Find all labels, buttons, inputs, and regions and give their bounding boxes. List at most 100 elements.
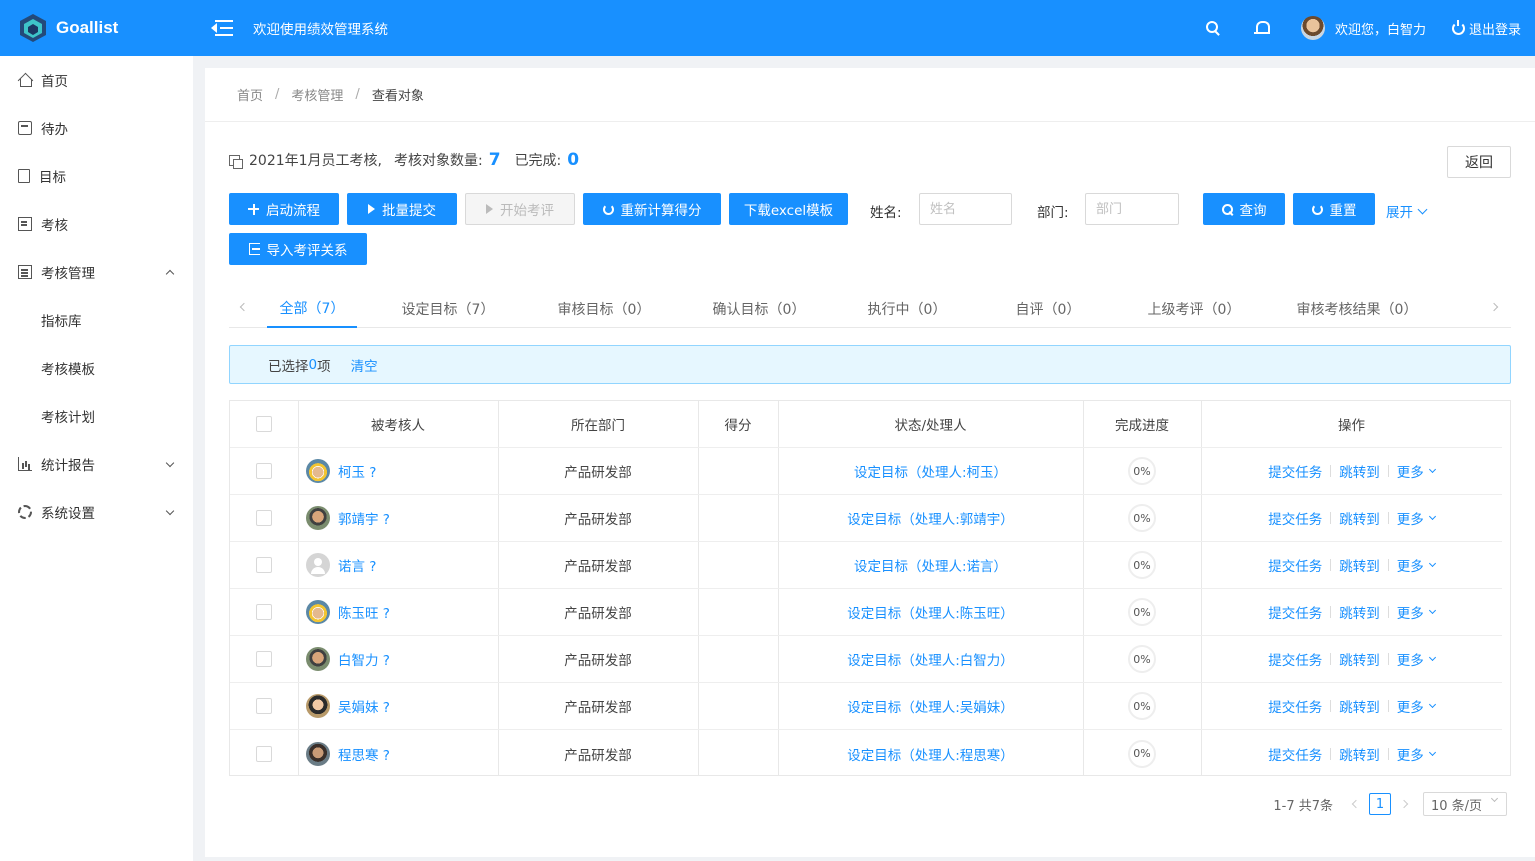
person-name-link[interactable]: 程思寒 ?: [338, 744, 390, 764]
import-relations-button[interactable]: 导入考评关系: [229, 233, 367, 265]
dept-input[interactable]: [1085, 193, 1179, 225]
submit-task-link[interactable]: 提交任务: [1268, 602, 1322, 622]
row-checkbox[interactable]: [256, 651, 272, 667]
sidebar-item-todo[interactable]: 待办: [0, 104, 193, 152]
jump-to-link[interactable]: 跳转到: [1339, 649, 1380, 669]
breadcrumb-home[interactable]: 首页: [237, 85, 263, 104]
more-menu[interactable]: 更多: [1397, 555, 1436, 575]
breadcrumb-manage[interactable]: 考核管理: [291, 85, 343, 104]
start-flow-button[interactable]: 启动流程: [229, 193, 339, 225]
jump-to-link[interactable]: 跳转到: [1339, 696, 1380, 716]
row-checkbox[interactable]: [256, 698, 272, 714]
prev-page-icon[interactable]: [1351, 799, 1361, 809]
start-review-button[interactable]: 开始考评: [465, 193, 575, 225]
jump-to-link[interactable]: 跳转到: [1339, 602, 1380, 622]
sidebar-item-indicator-library[interactable]: 指标库: [0, 296, 193, 344]
submit-task-link[interactable]: 提交任务: [1268, 696, 1322, 716]
sidebar-item-label: 系统设置: [41, 506, 95, 522]
person-name-link[interactable]: 郭靖宇 ?: [338, 508, 390, 528]
more-menu[interactable]: 更多: [1396, 744, 1436, 764]
tab-set-goal[interactable]: 设定目标（7）: [393, 290, 503, 328]
search-button[interactable]: 查询: [1203, 193, 1285, 225]
status-link[interactable]: 设定目标（处理人:诺言）: [854, 555, 1007, 575]
back-button[interactable]: 返回: [1447, 146, 1511, 178]
more-menu[interactable]: 更多: [1397, 461, 1436, 481]
jump-to-link[interactable]: 跳转到: [1339, 508, 1380, 528]
progress-circle: 0%: [1128, 457, 1156, 485]
tabs-next-icon[interactable]: [1489, 302, 1499, 312]
recalculate-score-button[interactable]: 重新计算得分: [583, 193, 721, 225]
chevron-down-icon: [165, 458, 175, 468]
person-name-link[interactable]: 吴娟妹 ?: [338, 696, 390, 716]
sidebar-item-goals[interactable]: 目标: [0, 152, 193, 200]
sidebar-item-assessment-manage[interactable]: 考核管理: [0, 248, 193, 296]
submit-task-link[interactable]: 提交任务: [1268, 649, 1322, 669]
tabs-prev-icon[interactable]: [239, 302, 249, 312]
tab-all[interactable]: 全部（7）: [267, 290, 357, 328]
jump-to-link[interactable]: 跳转到: [1339, 744, 1380, 764]
score-cell: [698, 730, 778, 777]
status-link[interactable]: 设定目标（处理人:柯玉）: [854, 461, 1007, 481]
row-checkbox[interactable]: [256, 604, 272, 620]
more-menu[interactable]: 更多: [1397, 508, 1436, 528]
status-link[interactable]: 设定目标（处理人:郭靖宇）: [847, 508, 1014, 528]
sidebar-item-settings[interactable]: 系统设置: [0, 488, 193, 536]
more-menu[interactable]: 更多: [1397, 602, 1436, 622]
select-all-checkbox[interactable]: [256, 416, 272, 432]
logout-button[interactable]: 退出登录: [1451, 19, 1521, 38]
jump-to-link[interactable]: 跳转到: [1339, 555, 1380, 575]
batch-submit-button[interactable]: 批量提交: [347, 193, 457, 225]
submit-task-link[interactable]: 提交任务: [1268, 744, 1322, 764]
submit-task-link[interactable]: 提交任务: [1268, 461, 1322, 481]
table-row: 白智力 ? 产品研发部 设定目标（处理人:白智力） 0% 提交任务 跳转到 更多: [230, 636, 1502, 683]
row-checkbox[interactable]: [256, 557, 272, 573]
tab-in-progress[interactable]: 执行中（0）: [857, 290, 957, 328]
tab-superior-review[interactable]: 上级考评（0）: [1129, 290, 1259, 328]
page-size-select[interactable]: 10 条/页: [1423, 792, 1507, 816]
status-link[interactable]: 设定目标（处理人:白智力）: [847, 649, 1014, 669]
next-page-icon[interactable]: [1399, 799, 1409, 809]
menu-toggle-icon[interactable]: [211, 19, 233, 37]
table-row: 吴娟妹 ? 产品研发部 设定目标（处理人:吴娟妹） 0% 提交任务 跳转到 更多: [230, 683, 1502, 730]
submit-task-link[interactable]: 提交任务: [1268, 555, 1322, 575]
download-template-button[interactable]: 下载excel模板: [729, 193, 848, 225]
tab-self-review[interactable]: 自评（0）: [1003, 290, 1093, 328]
row-checkbox[interactable]: [256, 745, 272, 762]
status-link[interactable]: 设定目标（处理人:吴娟妹）: [847, 696, 1014, 716]
user-menu[interactable]: 欢迎您，白智力: [1300, 16, 1426, 40]
tab-audit-result[interactable]: 审核考核结果（0）: [1287, 290, 1427, 328]
tab-review-goal[interactable]: 审核目标（0）: [549, 290, 659, 328]
row-checkbox[interactable]: [256, 463, 272, 479]
expand-filters-link[interactable]: 展开: [1386, 201, 1428, 221]
sidebar-item-label: 考核管理: [41, 266, 95, 282]
name-input[interactable]: [919, 193, 1012, 225]
more-menu[interactable]: 更多: [1397, 696, 1436, 716]
search-icon[interactable]: [1205, 20, 1221, 36]
bell-icon[interactable]: [1253, 20, 1270, 36]
person-name-link[interactable]: 诺言 ?: [338, 555, 376, 575]
sidebar-item-templates[interactable]: 考核模板: [0, 344, 193, 392]
person-name-link[interactable]: 柯玉 ?: [338, 461, 376, 481]
sidebar-item-home[interactable]: 首页: [0, 56, 193, 104]
score-cell: [698, 589, 778, 635]
progress-circle: 0%: [1128, 598, 1156, 626]
person-name-link[interactable]: 陈玉旺 ?: [338, 602, 390, 622]
chevron-up-icon: [165, 269, 175, 279]
jump-to-link[interactable]: 跳转到: [1339, 461, 1380, 481]
person-name-link[interactable]: 白智力 ?: [338, 649, 390, 669]
reset-button[interactable]: 重置: [1293, 193, 1375, 225]
more-label: 更多: [1396, 747, 1424, 764]
score-cell: [698, 448, 778, 494]
status-link[interactable]: 设定目标（处理人:陈玉旺）: [847, 602, 1014, 622]
row-checkbox[interactable]: [256, 510, 272, 526]
tab-confirm-goal[interactable]: 确认目标（0）: [704, 290, 814, 328]
submit-task-link[interactable]: 提交任务: [1268, 508, 1322, 528]
sidebar-item-assessment[interactable]: 考核: [0, 200, 193, 248]
status-link[interactable]: 设定目标（处理人:程思寒）: [847, 744, 1014, 764]
clear-selection-link[interactable]: 清空: [351, 355, 378, 375]
copy-icon: [229, 154, 243, 169]
sidebar-item-plans[interactable]: 考核计划: [0, 392, 193, 440]
sidebar-item-reports[interactable]: 统计报告: [0, 440, 193, 488]
page-1-button[interactable]: 1: [1369, 793, 1391, 815]
more-menu[interactable]: 更多: [1397, 649, 1436, 669]
